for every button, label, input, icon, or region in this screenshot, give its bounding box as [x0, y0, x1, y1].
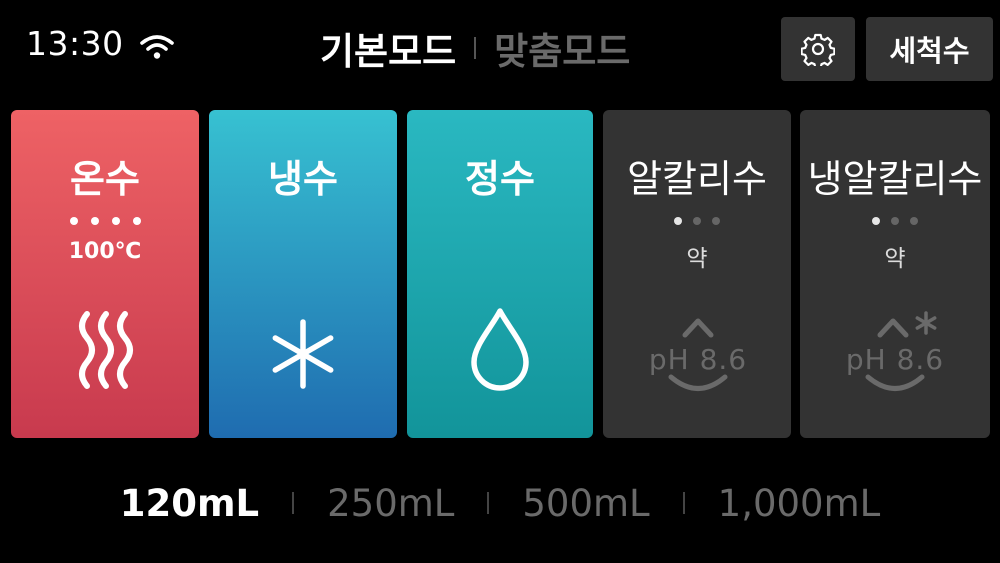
strength-level: 약 [686, 246, 708, 272]
cold-water-card[interactable]: 냉수 [209, 110, 397, 438]
snowflake-icon [272, 319, 334, 389]
clock-time: 13:30 [26, 24, 124, 63]
volume-option-500[interactable]: 500mL [522, 482, 649, 525]
volume-divider [682, 492, 685, 514]
strength-dots [800, 217, 990, 225]
temperature-value: 100℃ [68, 239, 142, 264]
alkaline-water-card[interactable]: 알칼리수 약 pH 8.6 [603, 110, 791, 438]
strength-dots [603, 217, 791, 225]
ph-value: pH 8.6 [648, 343, 748, 376]
volume-divider [487, 492, 490, 514]
clean-water-button[interactable]: 세척수 [866, 17, 993, 81]
card-title-hot: 온수 [70, 157, 140, 201]
wifi-icon [140, 35, 174, 59]
purified-water-card[interactable]: 정수 [407, 110, 593, 438]
settings-button[interactable] [781, 17, 855, 81]
mode-divider [474, 37, 477, 59]
card-title-cold: 냉수 [268, 157, 338, 201]
card-title-purified: 정수 [465, 157, 535, 201]
ph-value: pH 8.6 [845, 343, 945, 376]
cold-alkaline-water-card[interactable]: 냉알칼리수 약 pH 8.6 [800, 110, 990, 438]
volume-option-1000[interactable]: 1,000mL [718, 482, 881, 525]
temperature-dots [11, 217, 199, 225]
ph-smile-icon: pH 8.6 [633, 305, 763, 400]
water-drop-icon [471, 308, 529, 391]
hot-water-card[interactable]: 온수 100℃ [11, 110, 199, 438]
tab-custom-mode[interactable]: 맞춤모드 [494, 21, 630, 75]
volume-selector: 120mL 250mL 500mL 1,000mL [0, 473, 1000, 533]
strength-level: 약 [884, 246, 906, 272]
mode-switch: 기본모드 맞춤모드 [320, 18, 630, 78]
heat-waves-icon [79, 311, 133, 389]
volume-divider [292, 492, 295, 514]
card-title-cold-alkaline: 냉알칼리수 [807, 157, 983, 201]
tab-basic-mode[interactable]: 기본모드 [320, 21, 456, 75]
volume-option-120[interactable]: 120mL [120, 482, 259, 525]
gear-icon [801, 33, 835, 66]
card-title-alkaline: 알칼리수 [627, 157, 767, 201]
ph-smile-snow-icon: pH 8.6 [830, 305, 960, 400]
volume-option-250[interactable]: 250mL [327, 482, 454, 525]
